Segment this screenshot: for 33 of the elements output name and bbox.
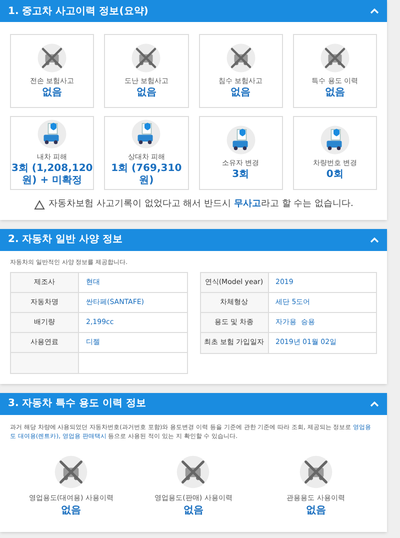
card-value: 없음 bbox=[324, 86, 345, 99]
caret-icon[interactable] bbox=[370, 8, 379, 14]
card-value: 3회 (1,208,120 원) + 미확정 bbox=[11, 162, 94, 187]
section-title: 3. 자동차 특수 용도 이력 정보 bbox=[8, 397, 146, 411]
section-title: 2. 자동차 일반 사양 정보 bbox=[8, 233, 123, 247]
crossed-car-icon bbox=[298, 454, 333, 488]
card-value: 3회 bbox=[232, 168, 250, 181]
crossed-car-icon bbox=[54, 454, 88, 488]
caret-icon[interactable] bbox=[370, 236, 379, 242]
usage-value: 없음 bbox=[183, 504, 204, 518]
car-document-icon bbox=[320, 125, 350, 156]
caret-icon[interactable] bbox=[370, 400, 379, 406]
card-value: 0회 bbox=[326, 168, 344, 181]
notice-text: 자동차보험 사고기록이 없었다고 해서 반드시 무사고라고 할 수는 없습니다. bbox=[48, 198, 354, 211]
usage-value: 없음 bbox=[61, 504, 82, 518]
card-value: 1회 (769,310 원) bbox=[110, 162, 183, 187]
car-document-icon bbox=[226, 125, 256, 156]
usage-value: 없음 bbox=[306, 504, 326, 518]
crossed-car-icon bbox=[320, 43, 350, 74]
car-document-icon bbox=[131, 119, 162, 150]
section-header[interactable]: 2. 자동차 일반 사양 정보 bbox=[0, 228, 387, 250]
crossed-car-icon bbox=[37, 43, 68, 74]
section-title: 1. 중고차 사고이력 정보(요약) bbox=[8, 4, 148, 18]
section-header[interactable]: 3. 자동차 특수 용도 이력 정보 bbox=[0, 392, 387, 414]
car-document-icon bbox=[37, 119, 68, 150]
card-value: 없음 bbox=[230, 86, 251, 99]
warning-icon bbox=[34, 200, 45, 210]
crossed-car-icon bbox=[176, 454, 210, 488]
crossed-car-icon bbox=[226, 43, 256, 74]
crossed-car-icon bbox=[131, 43, 162, 74]
section-header[interactable]: 1. 중고차 사고이력 정보(요약) bbox=[0, 0, 387, 22]
card-value: 없음 bbox=[42, 86, 62, 99]
card-value: 없음 bbox=[136, 86, 156, 99]
